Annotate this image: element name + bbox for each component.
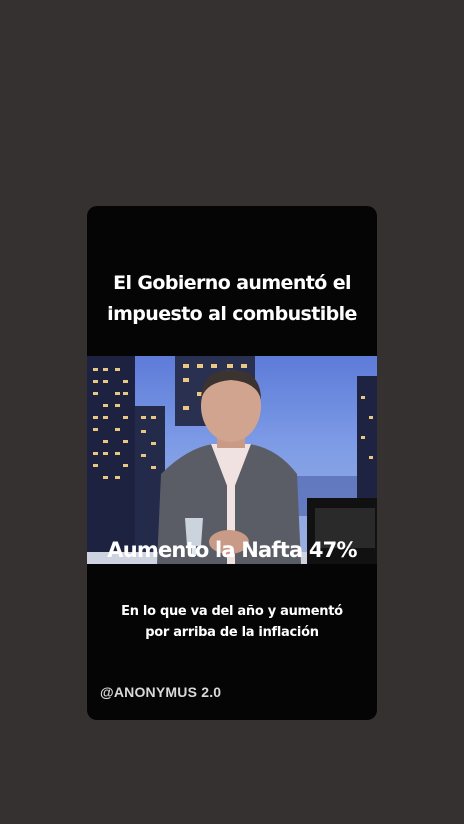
caption-sub-line-2: por arriba de la inflación (145, 625, 319, 640)
headline: El Gobierno aumentó el impuesto al combu… (87, 268, 377, 330)
caption-sub: En lo que va del año y aumentó por arrib… (87, 601, 377, 643)
headline-line-1: El Gobierno aumentó el (113, 272, 351, 294)
watermark: @ANONYMUS 2.0 (100, 684, 222, 700)
headline-line-2: impuesto al combustible (107, 303, 357, 325)
post-card: El Gobierno aumentó el impuesto al combu… (87, 206, 377, 720)
video-frame (87, 356, 377, 564)
tv-studio-scene (87, 356, 377, 564)
caption-main: Aumento la Nafta 47% (107, 538, 357, 562)
caption-sub-line-1: En lo que va del año y aumentó (121, 604, 343, 619)
